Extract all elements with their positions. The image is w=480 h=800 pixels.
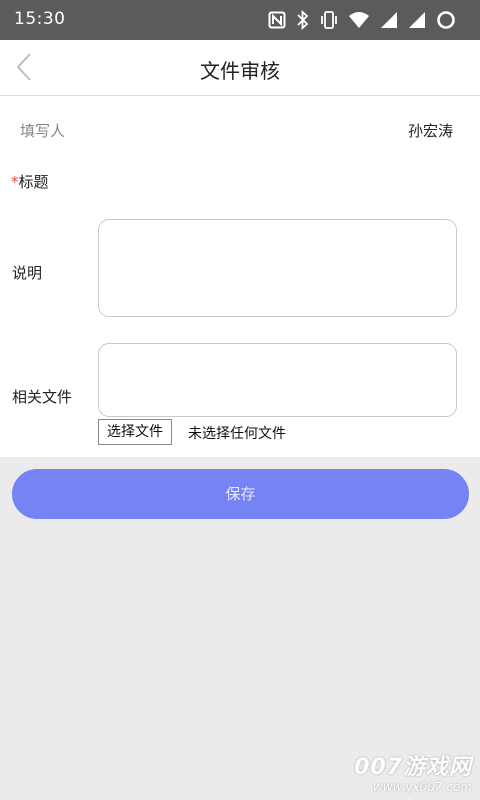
filler-value: 孙宏涛 [407,122,453,140]
required-mark: * [11,173,19,191]
title-field-label: *标题 [11,171,49,192]
status-time: 15:30 [14,9,66,29]
related-files-box[interactable] [98,343,457,417]
loading-circle-icon [436,10,456,30]
wifi-icon [348,11,370,29]
save-button[interactable]: 保存 [12,469,469,519]
signal-icon-2 [408,11,426,29]
form-area: 填写人 孙宏涛 *标题 说明 相关文件 选择文件 未选择任何文件 [0,96,480,457]
description-textarea[interactable] [98,219,457,317]
nfc-icon [268,11,286,29]
watermark-url-text: www.yx007.com [372,780,472,794]
page-title: 文件审核 [200,59,280,83]
signal-icon [380,11,398,29]
watermark-logo: 007游戏网 www.yx007.com [332,755,472,795]
status-icons [268,8,456,32]
no-file-selected-text: 未选择任何文件 [188,426,286,442]
related-files-label: 相关文件 [12,388,73,406]
header-bar: 文件审核 [0,40,480,96]
vibrate-icon [320,10,338,30]
watermark-main-text: 007游戏网 [354,755,472,780]
filler-label: 填写人 [20,122,66,140]
status-bar: 15:30 [0,0,480,40]
choose-file-button[interactable]: 选择文件 [98,419,172,445]
bluetooth-icon [296,10,310,30]
description-label: 说明 [12,264,43,282]
title-label-text: 标题 [18,173,49,191]
